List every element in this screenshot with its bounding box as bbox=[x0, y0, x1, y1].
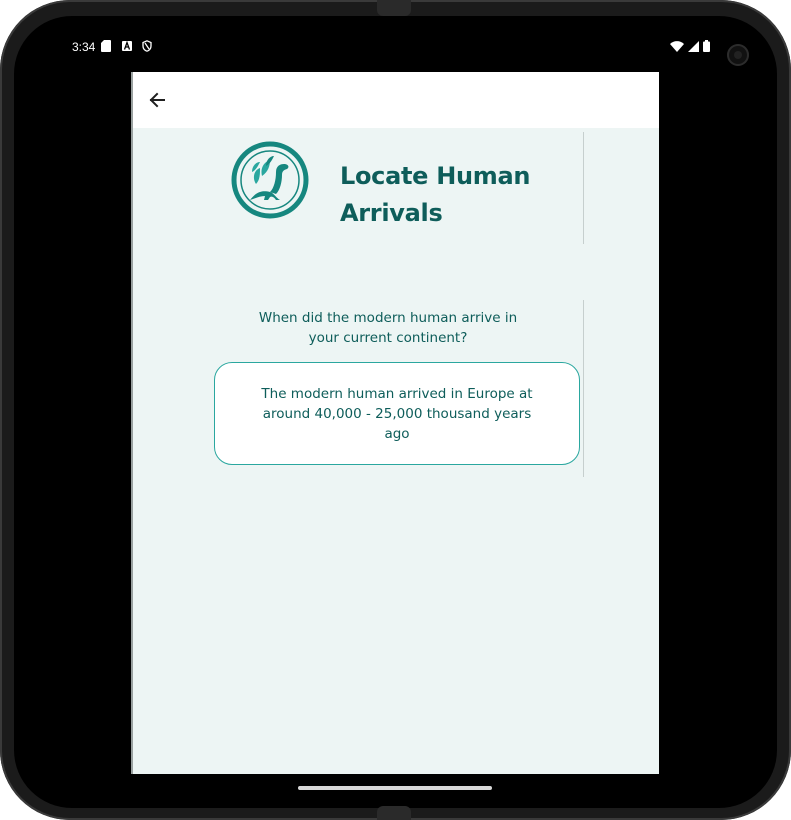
arrow-left-icon bbox=[149, 92, 165, 108]
divider bbox=[583, 132, 584, 244]
wifi-icon bbox=[670, 40, 684, 52]
signal-icon bbox=[688, 40, 699, 52]
dinosaur-logo-icon bbox=[231, 141, 309, 219]
hinge-bottom bbox=[377, 806, 411, 820]
answer-card: The modern human arrived in Europe at ar… bbox=[214, 362, 580, 465]
divider bbox=[583, 300, 584, 477]
back-button[interactable] bbox=[143, 86, 171, 114]
page-title: Locate Human Arrivals bbox=[340, 162, 531, 227]
device-frame: 3:34 Locate Human Arrivals When did the … bbox=[0, 0, 791, 820]
answer-text: The modern human arrived in Europe at ar… bbox=[261, 385, 533, 442]
status-right-icons bbox=[670, 40, 710, 52]
hinge-top bbox=[377, 0, 411, 16]
app-window: Locate Human Arrivals When did the moder… bbox=[131, 72, 659, 774]
battery-icon bbox=[703, 40, 710, 52]
status-time: 3:34 bbox=[72, 40, 96, 54]
gesture-nav-pill[interactable] bbox=[298, 786, 492, 790]
status-bar: 3:34 bbox=[58, 34, 748, 60]
vpn-shield-icon bbox=[142, 40, 152, 52]
app-bar bbox=[133, 72, 659, 128]
front-camera bbox=[727, 44, 749, 66]
accessibility-a-icon bbox=[122, 40, 132, 51]
question-text: When did the modern human arrive in your… bbox=[258, 310, 518, 346]
sd-card-icon bbox=[101, 40, 111, 52]
